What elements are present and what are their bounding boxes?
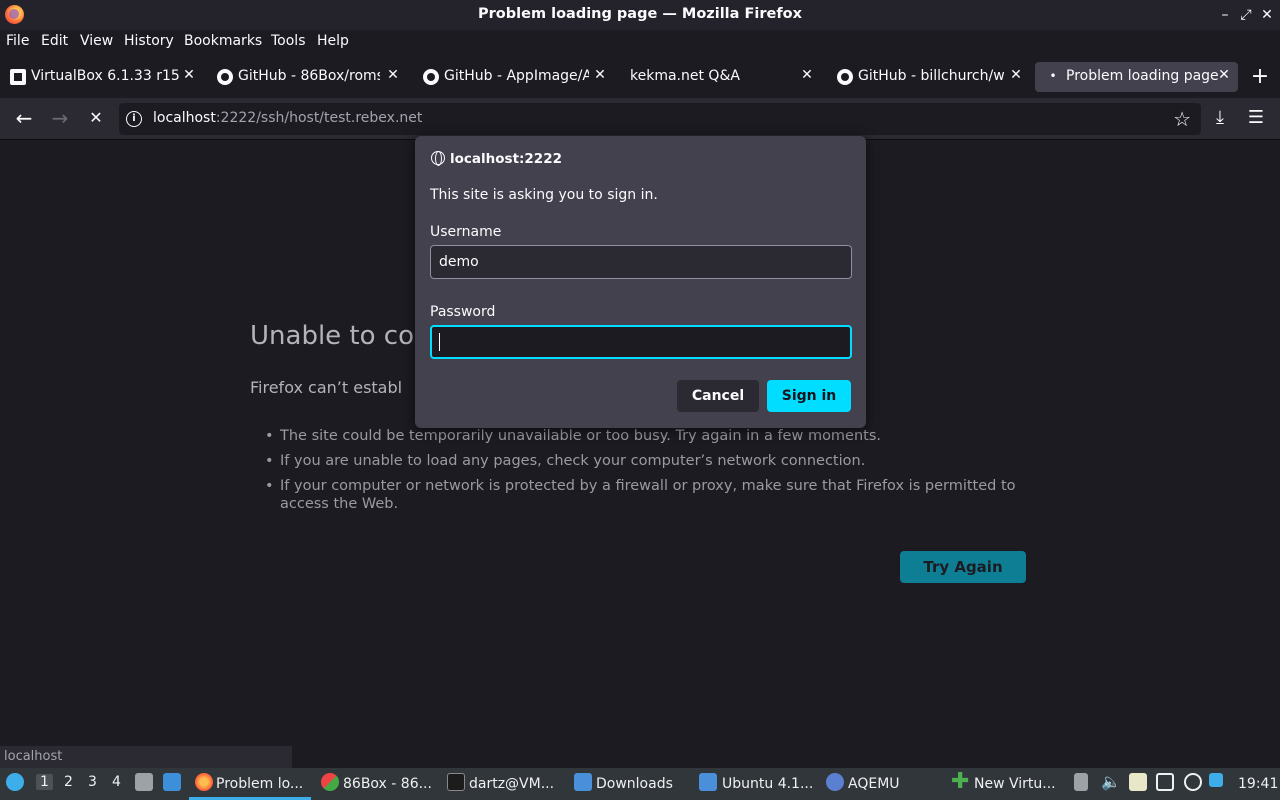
github-icon bbox=[837, 69, 853, 85]
status-panel: localhost bbox=[0, 746, 292, 768]
terminal-icon[interactable] bbox=[447, 773, 465, 791]
file-manager-icon[interactable] bbox=[135, 773, 153, 791]
list-item: If your computer or network is protected… bbox=[265, 477, 1035, 513]
virtualbox-icon bbox=[10, 69, 26, 85]
sign-in-button[interactable]: Sign in bbox=[767, 380, 851, 412]
close-tab-icon[interactable]: ✕ bbox=[1008, 67, 1024, 85]
task-label[interactable]: 86Box - 86... bbox=[343, 776, 432, 792]
plus-icon[interactable]: ✚ bbox=[951, 771, 969, 793]
bookmark-star-icon[interactable]: ☆ bbox=[1173, 107, 1191, 131]
menu-view[interactable]: View bbox=[80, 33, 113, 49]
notes-icon[interactable] bbox=[1129, 773, 1147, 791]
close-window-button[interactable]: ✕ bbox=[1256, 4, 1278, 26]
aqemu-icon[interactable] bbox=[826, 773, 844, 791]
tab-kekma[interactable]: kekma.net Q&A ✕ bbox=[619, 62, 821, 92]
tab-label: Problem loading page bbox=[1066, 68, 1219, 84]
dialog-message: This site is asking you to sign in. bbox=[430, 187, 658, 203]
sign-in-dialog: localhost:2222 This site is asking you t… bbox=[415, 136, 866, 428]
task-label[interactable]: Downloads bbox=[596, 776, 673, 792]
close-tab-icon[interactable]: ✕ bbox=[385, 67, 401, 85]
tab-bar: VirtualBox 6.1.33 r150 ✕ GitHub - 86Box/… bbox=[0, 56, 1280, 98]
task-label[interactable]: AQEMU bbox=[848, 776, 900, 792]
password-label: Password bbox=[430, 304, 496, 320]
menu-history[interactable]: History bbox=[124, 33, 174, 49]
text-caret bbox=[439, 333, 440, 351]
system-taskbar: 1 2 3 4 Problem lo... 86Box - 86... dart… bbox=[0, 768, 1280, 800]
tab-label: GitHub - billchurch/we bbox=[858, 68, 1004, 84]
tab-github-appimage[interactable]: GitHub - AppImage/Ap ✕ bbox=[413, 62, 614, 92]
url-bar[interactable]: i localhost:2222/ssh/host/test.rebex.net… bbox=[119, 103, 1201, 135]
firefox-icon[interactable] bbox=[195, 773, 213, 791]
username-field[interactable] bbox=[430, 245, 852, 279]
username-label: Username bbox=[430, 224, 502, 240]
notifications-icon[interactable] bbox=[1209, 773, 1223, 787]
tab-label: VirtualBox 6.1.33 r150 bbox=[31, 68, 179, 84]
github-icon bbox=[423, 69, 439, 85]
site-info-icon[interactable]: i bbox=[126, 111, 142, 127]
cancel-button[interactable]: Cancel bbox=[677, 380, 759, 412]
tab-problem-loading[interactable]: • Problem loading page ✕ bbox=[1035, 62, 1238, 92]
new-tab-button[interactable]: + bbox=[1248, 64, 1272, 90]
menu-help[interactable]: Help bbox=[317, 33, 349, 49]
loading-dot-icon: • bbox=[1049, 69, 1057, 83]
window-title: Problem loading page — Mozilla Firefox bbox=[478, 6, 802, 22]
url-text[interactable]: localhost:2222/ssh/host/test.rebex.net bbox=[153, 110, 422, 126]
tab-github-billchurch[interactable]: GitHub - billchurch/we ✕ bbox=[827, 62, 1030, 92]
workspace-4[interactable]: 4 bbox=[112, 774, 121, 790]
stop-button[interactable]: ✕ bbox=[82, 106, 110, 132]
error-suggestions: The site could be temporarily unavailabl… bbox=[265, 427, 1035, 520]
error-subtitle: Firefox can’t establ bbox=[250, 378, 403, 397]
minimize-button[interactable]: – bbox=[1214, 4, 1236, 26]
tab-label: GitHub - AppImage/Ap bbox=[444, 68, 589, 84]
try-again-button[interactable]: Try Again bbox=[900, 551, 1026, 583]
dialog-host: localhost:2222 bbox=[431, 151, 562, 167]
password-field[interactable] bbox=[430, 325, 852, 359]
menu-bookmarks[interactable]: Bookmarks bbox=[184, 33, 262, 49]
url-host: localhost bbox=[153, 110, 216, 126]
close-tab-icon[interactable]: ✕ bbox=[181, 67, 197, 85]
folder-icon[interactable] bbox=[699, 773, 717, 791]
navigation-toolbar: ← → ✕ i localhost:2222/ssh/host/test.reb… bbox=[0, 98, 1280, 140]
menu-file[interactable]: File bbox=[6, 33, 29, 49]
workspace-2[interactable]: 2 bbox=[64, 774, 73, 790]
86box-icon[interactable] bbox=[321, 773, 339, 791]
close-tab-icon[interactable]: ✕ bbox=[799, 67, 815, 85]
list-item: If you are unable to load any pages, che… bbox=[265, 452, 1035, 470]
dialog-host-text: localhost:2222 bbox=[450, 151, 562, 167]
close-tab-icon[interactable]: ✕ bbox=[592, 67, 608, 85]
task-label[interactable]: New Virtu... bbox=[974, 776, 1056, 792]
workspace-3[interactable]: 3 bbox=[88, 774, 97, 790]
tab-github-86box[interactable]: GitHub - 86Box/roms: I ✕ bbox=[207, 62, 407, 92]
clipboard-icon[interactable] bbox=[1074, 773, 1088, 791]
window-titlebar: Problem loading page — Mozilla Firefox –… bbox=[0, 0, 1280, 30]
app-launcher-icon[interactable] bbox=[6, 773, 24, 791]
tab-label: GitHub - 86Box/roms: I bbox=[238, 68, 380, 84]
maximize-button[interactable]: ⤢ bbox=[1235, 4, 1257, 26]
menubar: File Edit View History Bookmarks Tools H… bbox=[0, 30, 1280, 56]
forward-button[interactable]: → bbox=[46, 106, 74, 132]
clock[interactable]: 19:41 bbox=[1238, 776, 1278, 792]
menu-edit[interactable]: Edit bbox=[41, 33, 68, 49]
back-button[interactable]: ← bbox=[10, 106, 38, 132]
url-path: :2222/ssh/host/test.rebex.net bbox=[215, 110, 423, 126]
close-tab-icon[interactable]: ✕ bbox=[1216, 67, 1232, 85]
task-label[interactable]: dartz@VM... bbox=[469, 776, 554, 792]
folder-icon[interactable] bbox=[574, 773, 592, 791]
downloads-button[interactable]: ⤓ bbox=[1206, 106, 1234, 132]
volume-icon[interactable]: 🔈 bbox=[1101, 773, 1121, 791]
updates-icon[interactable] bbox=[1184, 773, 1202, 791]
task-label[interactable]: Problem lo... bbox=[216, 776, 303, 792]
show-desktop-icon[interactable] bbox=[163, 773, 181, 791]
network-icon[interactable] bbox=[1156, 773, 1174, 791]
tab-label: kekma.net Q&A bbox=[630, 68, 740, 84]
github-icon bbox=[217, 69, 233, 85]
list-item: The site could be temporarily unavailabl… bbox=[265, 427, 1035, 445]
workspace-1[interactable]: 1 bbox=[36, 774, 53, 790]
app-menu-button[interactable]: ☰ bbox=[1242, 106, 1270, 132]
menu-tools[interactable]: Tools bbox=[271, 33, 306, 49]
error-title: Unable to co bbox=[250, 321, 414, 351]
task-label[interactable]: Ubuntu 4.1... bbox=[722, 776, 813, 792]
tab-virtualbox[interactable]: VirtualBox 6.1.33 r150 ✕ bbox=[0, 62, 203, 92]
globe-icon bbox=[431, 151, 445, 166]
